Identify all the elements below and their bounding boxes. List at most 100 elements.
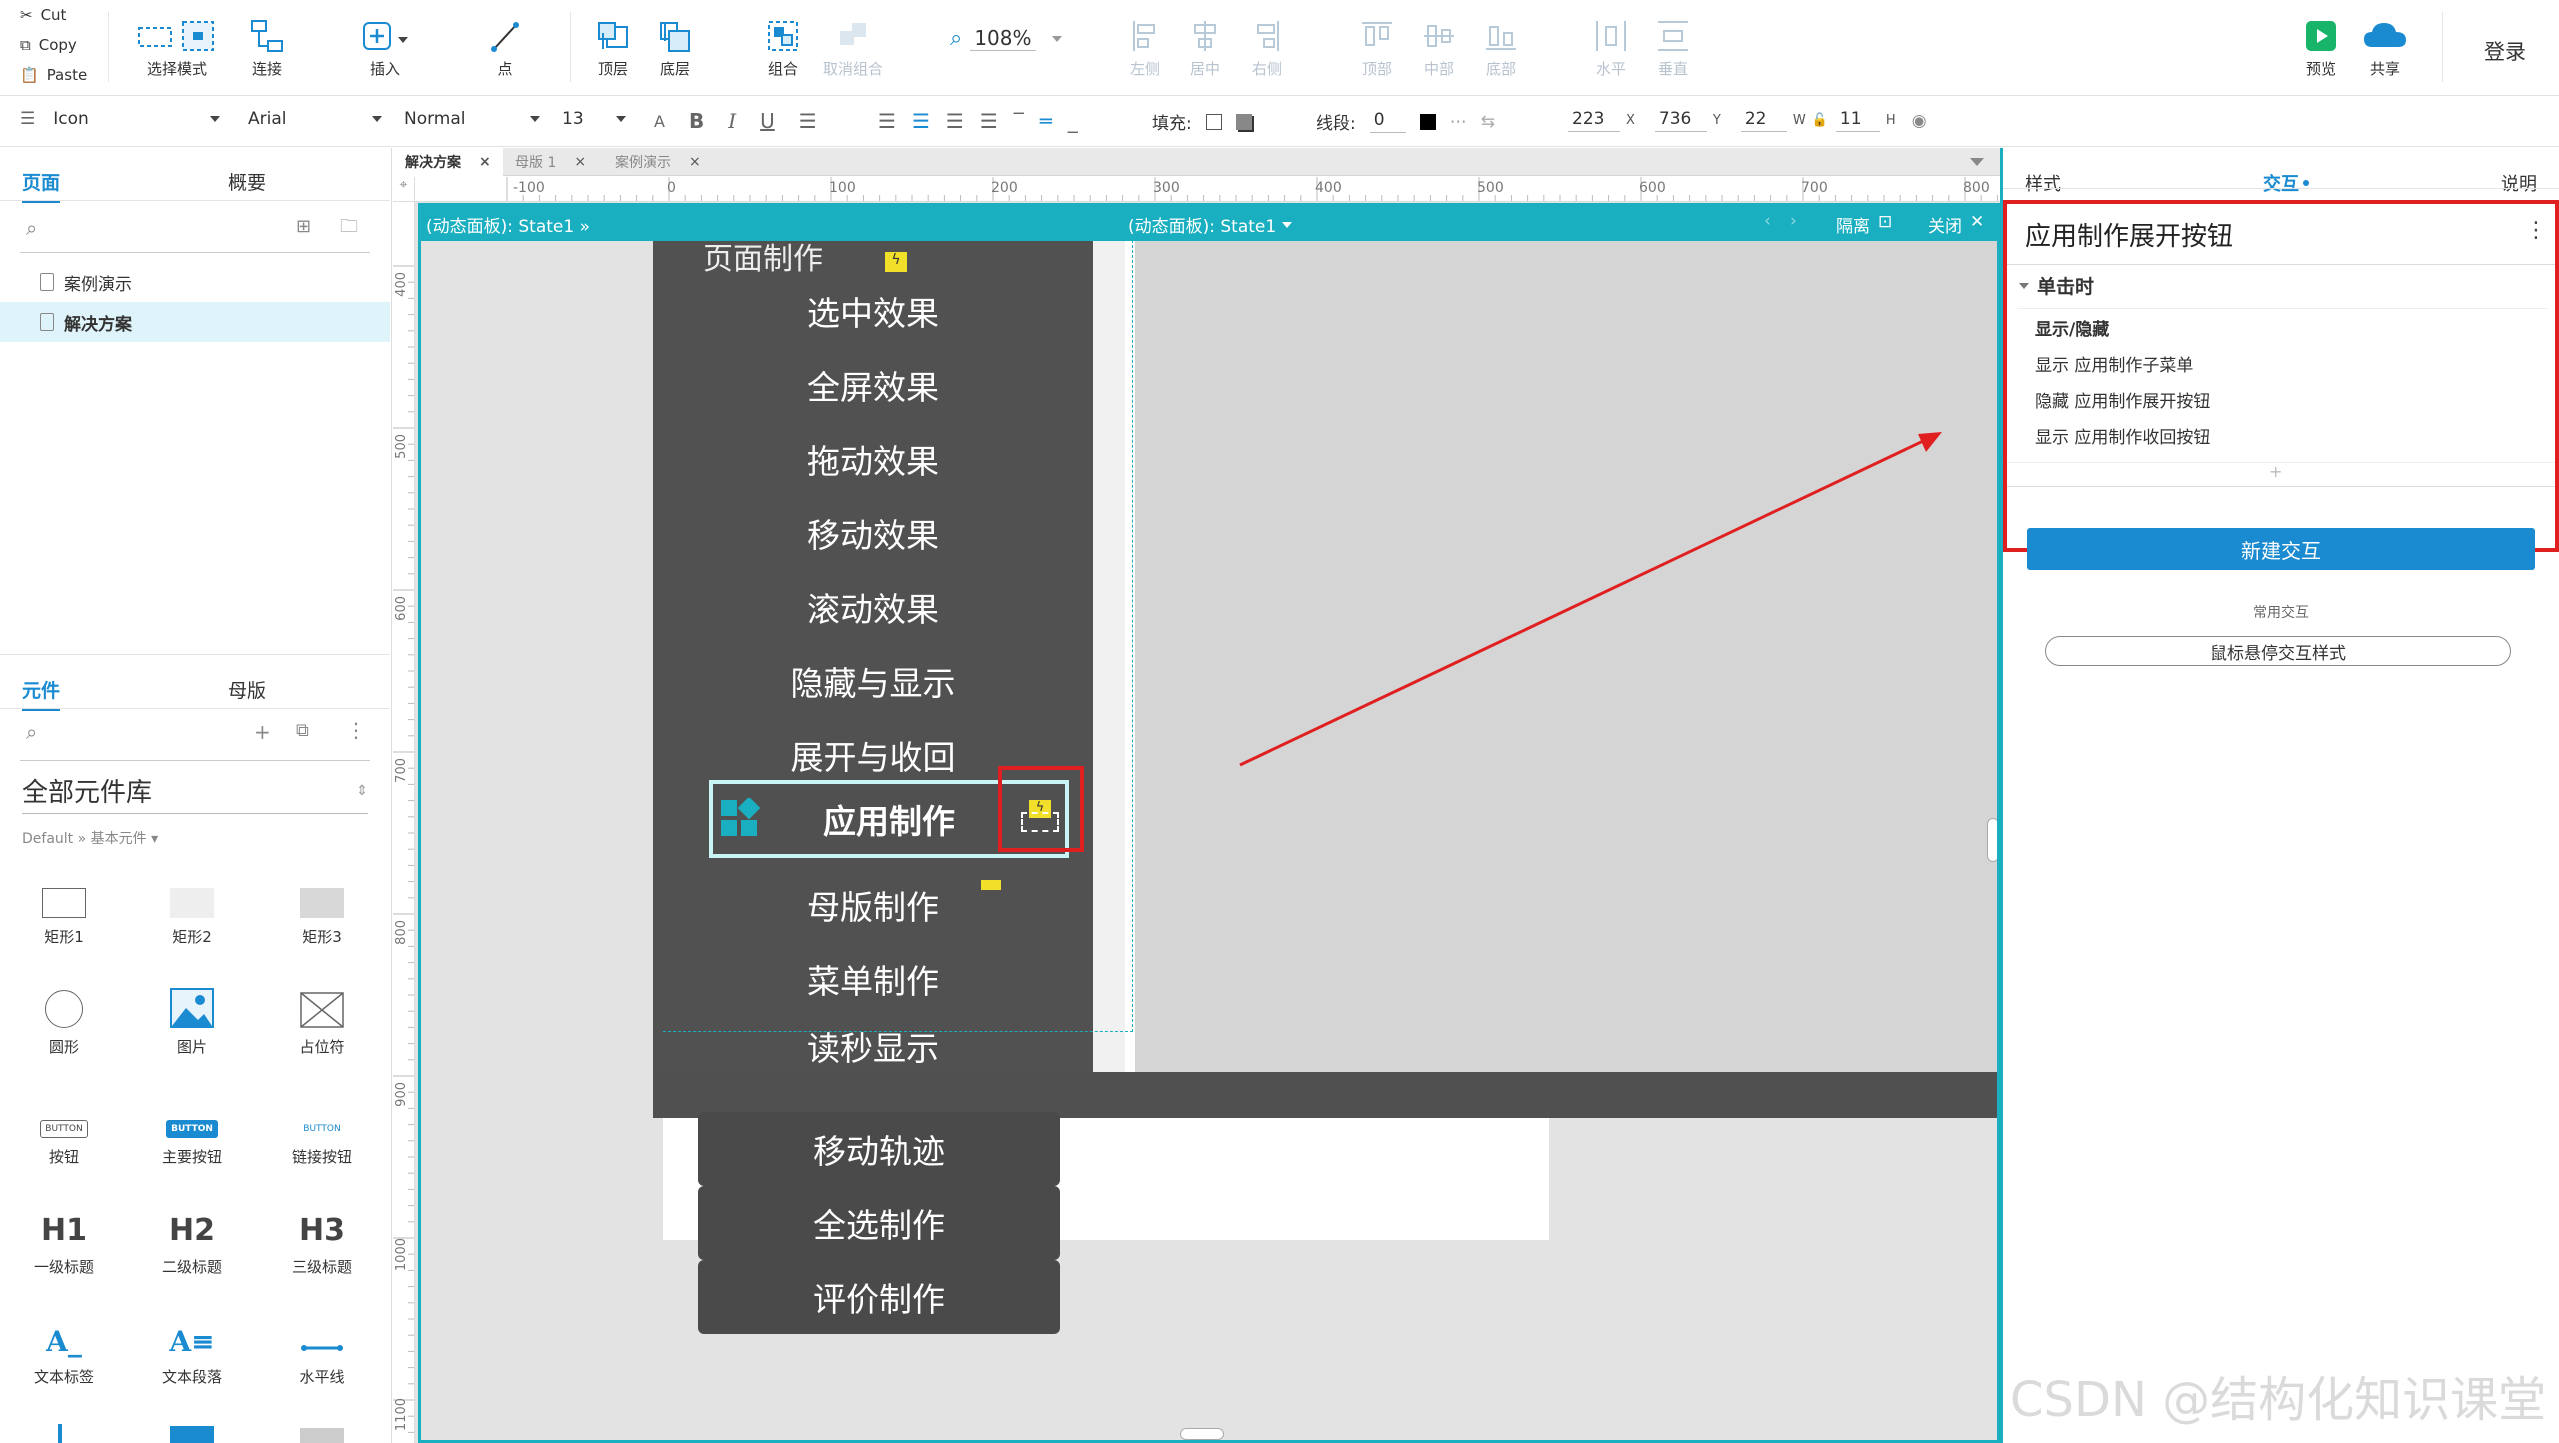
valign-middle-icon[interactable]: ═ (1040, 109, 1052, 133)
widget-text-paragraph[interactable]: A≡ 文本段落 (132, 1298, 252, 1387)
cut-button[interactable]: ✂ Cut (20, 6, 66, 24)
widget-rect2[interactable]: 矩形2 (132, 858, 252, 947)
widget-name[interactable]: 应用制作展开按钮 (2025, 216, 2233, 253)
tab-master1[interactable]: 母版 1 × (503, 148, 598, 176)
style-dropdown[interactable]: ☰ Icon (20, 109, 220, 129)
widget-rect3[interactable]: 矩形3 (262, 858, 382, 947)
close-icon[interactable]: × (689, 154, 701, 170)
fill-color-swatch[interactable] (1205, 113, 1222, 130)
visibility-eye-icon[interactable]: ◉ (1912, 111, 1927, 131)
font-weight-dropdown[interactable]: Normal (404, 109, 540, 129)
widget-h3[interactable]: H3 三级标题 (262, 1188, 382, 1277)
bold-icon[interactable]: B (689, 109, 704, 133)
widget-circle[interactable]: 圆形 (4, 968, 124, 1057)
text-align-left-icon[interactable]: ☰ (878, 109, 896, 133)
ruler-label: 800 (1963, 180, 1990, 196)
tab-demo[interactable]: 案例演示 × (603, 148, 713, 176)
widget-text-label[interactable]: A_ 文本标签 (4, 1298, 124, 1387)
new-interaction-button[interactable]: 新建交互 (2027, 528, 2535, 570)
close-panel-button[interactable]: 关闭 ✕ (1928, 212, 1984, 237)
y-field[interactable]: 736 (1654, 109, 1707, 132)
text-justify-icon[interactable]: ☰ (980, 109, 998, 133)
tab-solution[interactable]: 解决方案 × (393, 148, 503, 176)
add-action-button[interactable]: + (2269, 462, 2282, 481)
login-link[interactable]: 登录 (2484, 36, 2526, 66)
paste-button[interactable]: 📋 Paste (20, 66, 87, 84)
panel-state-breadcrumb[interactable]: (动态面板): State1 » (426, 212, 590, 237)
valign-top-icon[interactable]: ‾ (1014, 109, 1024, 133)
text-align-right-icon[interactable]: ☰ (946, 109, 964, 133)
shadow-swatch[interactable] (1235, 113, 1252, 130)
connect-button[interactable]: 连接 (222, 14, 312, 79)
chevron-down-icon (372, 116, 382, 122)
widget-image[interactable]: 图片 (132, 968, 252, 1057)
widget-rect1[interactable]: 矩形1 (4, 858, 124, 947)
isolate-button[interactable]: 隔离 ⊡ (1836, 212, 1892, 237)
tab-pages[interactable]: 页面 (22, 168, 61, 203)
add-library-icon[interactable]: + (254, 720, 271, 744)
widget-h2[interactable]: H2 二级标题 (132, 1188, 252, 1277)
widget-hline[interactable]: 水平线 (262, 1298, 382, 1387)
select-mode-button[interactable]: 选择模式 (132, 14, 222, 79)
arrow-style-icon[interactable]: ⇆ (1481, 112, 1495, 132)
add-page-icon[interactable]: ⊞ (296, 216, 311, 237)
prev-state-icon[interactable]: ‹ (1764, 211, 1771, 231)
tab-notes[interactable]: 说明 (2501, 170, 2537, 196)
close-icon[interactable]: × (479, 154, 491, 170)
distribute-vertical-button[interactable]: 垂直 (1628, 14, 1718, 79)
library-breadcrumb[interactable]: Default » 基本元件 ▾ (22, 828, 158, 848)
width-field[interactable]: 22 (1740, 109, 1787, 132)
widget-button[interactable]: BUTTON 按钮 (4, 1078, 124, 1167)
align-right-button[interactable]: 右侧 (1222, 14, 1312, 79)
widget-link-button[interactable]: BUTTON 链接按钮 (262, 1078, 382, 1167)
panel-state-dropdown[interactable]: (动态面板): State1 (1128, 212, 1293, 237)
widget-primary-button[interactable]: BUTTON 主要按钮 (132, 1078, 252, 1167)
point-button[interactable]: 点 (460, 14, 550, 79)
bullet-list-icon[interactable]: ☰ (799, 109, 817, 133)
insert-button[interactable]: 插入 (340, 14, 430, 79)
tab-style[interactable]: 样式 (2025, 170, 2061, 196)
x-field[interactable]: 223 (1568, 109, 1620, 132)
page-item-solution[interactable]: 解决方案 (0, 302, 390, 342)
widget-h1[interactable]: H1 一级标题 (4, 1188, 124, 1277)
close-icon[interactable]: × (574, 154, 586, 170)
more-menu-icon[interactable]: ⋮ (346, 718, 366, 742)
action-block[interactable]: 显示/隐藏 显示 应用制作子菜单 隐藏 应用制作展开按钮 显示 应用制作收回按钮 (2017, 308, 2547, 458)
library-dropdown[interactable]: 全部元件库 ⇕ (22, 772, 368, 814)
stroke-pattern-icon[interactable]: ⋯ (1450, 112, 1467, 132)
ruler-origin-icon[interactable]: ⌖ (393, 177, 415, 202)
tab-outline[interactable]: 概要 (228, 168, 266, 195)
copy-button[interactable]: ⧉ Copy (20, 36, 77, 54)
text-align-center-icon[interactable]: ☰ (912, 109, 930, 133)
tab-interaction[interactable]: 交互 (2263, 170, 2309, 196)
share-button[interactable]: 共享 (2340, 14, 2430, 79)
tab-widgets[interactable]: 元件 (22, 676, 61, 711)
distribute-vertical-icon (1656, 14, 1690, 58)
stroke-color-swatch[interactable] (1419, 113, 1436, 130)
font-size-dropdown[interactable]: 13 (562, 109, 626, 129)
zoom-control[interactable]: ⌕ 108% (950, 26, 1062, 51)
height-field[interactable]: 11 (1835, 109, 1880, 132)
font-color-icon[interactable]: A (654, 112, 665, 131)
widget-search-icon[interactable]: ⌕ (26, 720, 37, 744)
add-folder-icon[interactable]: 🗀 (340, 214, 358, 244)
ungroup-button[interactable]: 取消组合 (808, 14, 898, 79)
italic-icon[interactable]: I (728, 109, 736, 133)
page-item-demo[interactable]: 案例演示 (0, 262, 390, 302)
more-menu-icon[interactable]: ⋮ (2525, 218, 2547, 243)
next-state-icon[interactable]: › (1790, 211, 1797, 231)
valign-bottom-icon[interactable]: _ (1068, 109, 1078, 133)
align-bottom-button[interactable]: 底部 (1456, 14, 1546, 79)
tabs-overflow-icon[interactable] (1970, 158, 1984, 166)
widget-placeholder[interactable]: 占位符 (262, 968, 382, 1057)
hover-style-button[interactable]: 鼠标悬停交互样式 (2045, 636, 2511, 666)
page-search-icon[interactable]: ⌕ (26, 216, 37, 240)
tab-masters[interactable]: 母版 (228, 676, 266, 703)
event-onclick[interactable]: 单击时 (2019, 272, 2094, 299)
library-copy-icon[interactable]: ⧉ (296, 720, 309, 741)
underline-icon[interactable]: U (760, 109, 775, 133)
lock-icon[interactable]: 🔓 (1812, 113, 1828, 128)
stroke-width-field[interactable]: 0 (1369, 110, 1406, 133)
send-to-back-button[interactable]: 底层 (630, 14, 720, 79)
font-family-dropdown[interactable]: Arial (248, 109, 382, 129)
